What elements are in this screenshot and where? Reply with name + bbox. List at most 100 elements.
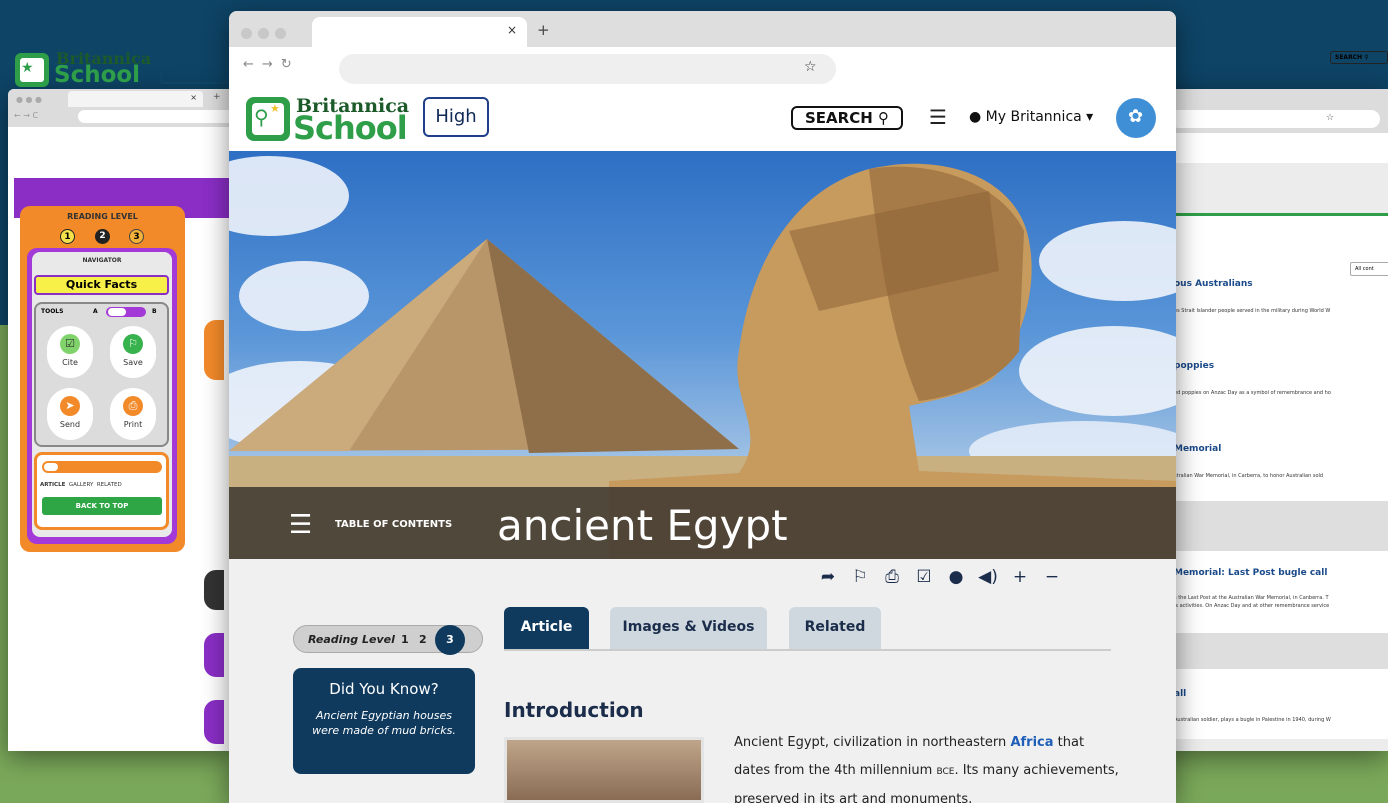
print-icon[interactable]: ⎙	[876, 567, 908, 587]
reading-level-3-current[interactable]: 3	[435, 625, 465, 655]
side-tab[interactable]	[204, 320, 224, 380]
tab-bar: × +	[229, 11, 1176, 47]
africa-link[interactable]: Africa	[1010, 735, 1053, 750]
did-you-know-text: Ancient Egyptian houses were made of mud…	[312, 709, 456, 737]
globe-icon[interactable]: ●	[940, 567, 972, 587]
cite-button[interactable]: ☑ Cite	[47, 326, 93, 378]
scroll-progress[interactable]	[42, 461, 162, 473]
zoom-in-icon[interactable]: +	[1004, 567, 1036, 587]
britannica-school-logo-icon[interactable]: ★	[15, 53, 49, 87]
tab-images-videos[interactable]: Images & Videos	[610, 607, 767, 649]
search-button[interactable]: SEARCH ⚲	[1330, 51, 1388, 64]
result-title[interactable]: ous Australians	[1174, 279, 1253, 289]
filter-dropdown[interactable]: All cont	[1350, 262, 1388, 276]
back-to-top-button[interactable]: BACK TO TOP	[42, 497, 162, 515]
tab-gallery[interactable]: GALLERY	[69, 482, 93, 488]
window-controls[interactable]	[241, 24, 292, 43]
era-abbreviation: BCE	[936, 767, 955, 777]
bookmark-icon[interactable]: ⚐	[844, 567, 876, 587]
print-icon: ⎙	[123, 396, 143, 416]
media-button[interactable]	[204, 633, 224, 677]
result-snippet: Australian soldier, plays a bugle in Pal…	[1174, 717, 1331, 723]
logo-school-text: School	[54, 62, 141, 88]
results-card	[1160, 551, 1388, 633]
media-button[interactable]	[204, 570, 224, 610]
reading-level-1[interactable]: 1	[401, 633, 409, 646]
address-bar[interactable]	[339, 54, 836, 84]
table-of-contents-button[interactable]: TABLE OF CONTENTS	[335, 519, 452, 530]
toggle-a-label: A	[93, 308, 98, 315]
cite-icon[interactable]: ☑	[908, 567, 940, 587]
nav-buttons[interactable]: ←→↻	[243, 57, 300, 72]
site-header	[1160, 133, 1388, 163]
browser-chrome: ☆	[1160, 89, 1388, 133]
nav-buttons[interactable]: ← → C	[14, 111, 38, 120]
results-card	[1160, 216, 1388, 501]
send-button[interactable]: ➤ Send	[47, 388, 93, 440]
browser-tab[interactable]: ×	[312, 17, 527, 47]
tab-close-icon[interactable]: ×	[507, 23, 517, 37]
chevron-down-icon: ▾	[1086, 109, 1094, 125]
list-icon[interactable]: ☰	[289, 512, 312, 538]
results-card	[1160, 669, 1388, 739]
window-controls[interactable]: ● ● ●	[16, 95, 42, 104]
print-button[interactable]: ⎙ Print	[110, 388, 156, 440]
reading-level-1[interactable]: 1	[60, 229, 75, 244]
bookmark-star-icon[interactable]: ☆	[1326, 113, 1334, 123]
navigator-box: NAVIGATOR Quick Facts TOOLS A B ☑ Cite ⚐ S…	[27, 248, 177, 544]
article-title: ancient Egypt	[497, 501, 788, 550]
new-tab-button[interactable]: +	[213, 92, 221, 102]
did-you-know-card: Did You Know? Ancient Egyptian houses we…	[293, 668, 475, 774]
result-title[interactable]: Memorial	[1174, 444, 1221, 454]
save-button[interactable]: ⚐ Save	[110, 326, 156, 378]
tool-label: Send	[59, 420, 81, 429]
forward-icon: →	[261, 57, 281, 72]
britannica-school-logo-icon[interactable]: ⚲ ★	[246, 97, 290, 141]
font-toggle[interactable]	[106, 307, 146, 317]
quick-facts-button[interactable]: Quick Facts	[34, 275, 169, 295]
reading-level-label: READING LEVEL	[67, 212, 138, 221]
bookmark-star-icon[interactable]: ☆	[804, 59, 817, 75]
result-divider	[1160, 633, 1388, 669]
tab-article[interactable]: ARTICLE	[40, 482, 65, 488]
result-snippet: stralian War Memorial, in Carberra, to h…	[1174, 473, 1324, 479]
share-icon[interactable]: ➦	[812, 567, 844, 587]
tab-article[interactable]: Article	[504, 607, 589, 649]
tab-close-icon[interactable]: ×	[190, 93, 197, 102]
new-tab-button[interactable]: +	[537, 21, 550, 39]
zoom-out-icon[interactable]: −	[1036, 567, 1068, 587]
partner-logo-icon[interactable]: ✿	[1116, 98, 1156, 138]
main-browser-window: × + ←→↻ ☆ ⚲ ★ Britannica School High SEAR…	[229, 11, 1176, 803]
tab-related[interactable]: RELATED	[97, 482, 122, 488]
level-primary-button[interactable]: Primary	[160, 56, 230, 84]
tab-related[interactable]: Related	[789, 607, 881, 649]
result-snippet: 's activities. On Anzac Day and at other…	[1174, 603, 1330, 609]
menu-icon[interactable]: ☰	[929, 105, 947, 129]
section-progress-box: ARTICLE GALLERY RELATED BACK TO TOP	[34, 452, 169, 530]
media-button[interactable]	[204, 700, 224, 744]
did-you-know-title: Did You Know?	[329, 680, 439, 698]
tools-label: TOOLS	[41, 308, 64, 315]
reading-level-3[interactable]: 3	[129, 229, 144, 244]
my-britannica-menu[interactable]: ● My Britannica ▾	[969, 109, 1093, 125]
address-bar[interactable]	[1170, 110, 1380, 128]
result-snippet: es Strait Islander people served in the …	[1174, 308, 1331, 314]
search-button[interactable]: SEARCH ⚲	[791, 106, 903, 130]
audio-icon[interactable]: ◀)	[972, 567, 1004, 587]
article-thumbnail[interactable]	[504, 737, 704, 803]
result-title[interactable]: Memorial: Last Post bugle call	[1174, 568, 1327, 578]
tools-box: TOOLS A B ☑ Cite ⚐ Save ➤ Send ⎙ Print	[34, 302, 169, 447]
result-title[interactable]: poppies	[1174, 361, 1214, 371]
reading-level-2[interactable]: 2	[95, 229, 110, 244]
level-high-button[interactable]: High	[423, 97, 489, 137]
search-icon: ⚲	[878, 109, 889, 127]
user-icon: ●	[969, 109, 982, 125]
browser-tab[interactable]: ×	[68, 91, 203, 107]
cite-icon: ☑	[60, 334, 80, 354]
send-icon: ➤	[60, 396, 80, 416]
reading-level-2[interactable]: 2	[419, 633, 427, 646]
back-icon: ←	[243, 57, 262, 72]
navigator-label: NAVIGATOR	[82, 257, 122, 264]
address-bar[interactable]	[78, 110, 233, 123]
toggle-b-label: B	[152, 308, 157, 315]
